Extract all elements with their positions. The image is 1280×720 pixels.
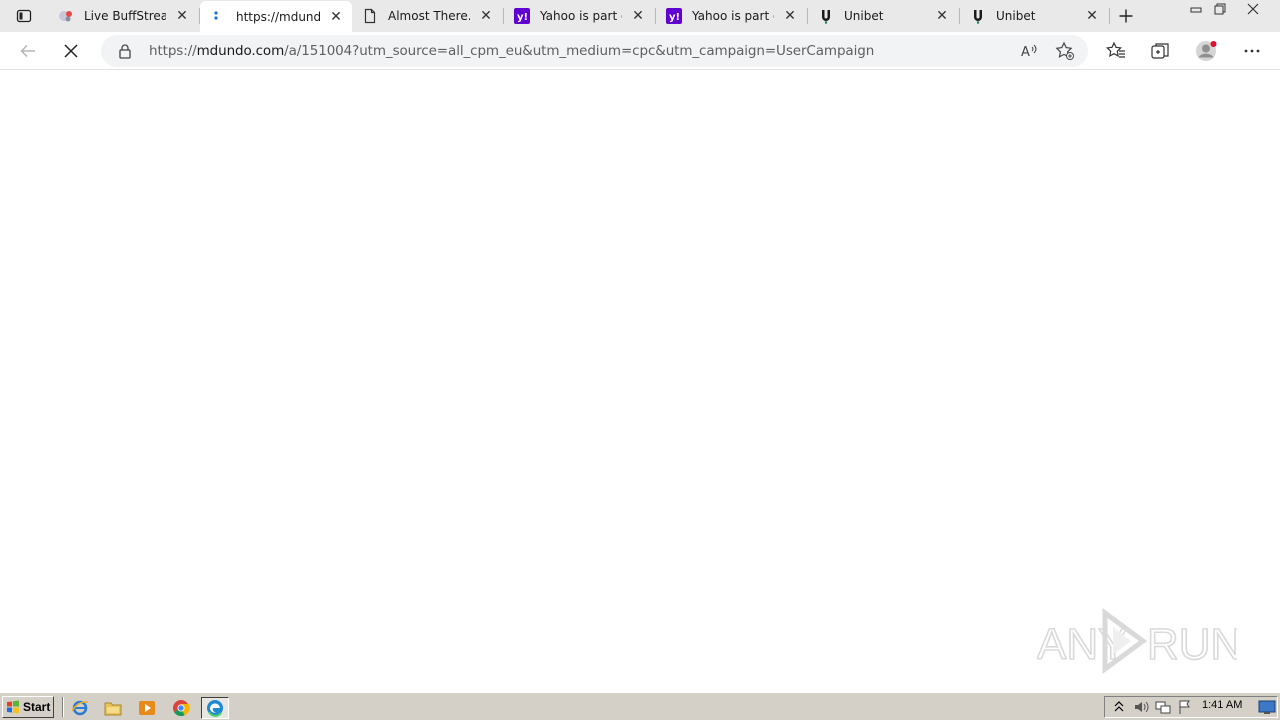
minimize-icon bbox=[1190, 7, 1202, 13]
stop-loading-icon bbox=[64, 44, 78, 58]
url-text[interactable]: https://mdundo.com/a/151004?utm_source=a… bbox=[149, 43, 874, 59]
edge-icon[interactable] bbox=[201, 697, 229, 719]
address-bar[interactable]: https://mdundo.com/a/151004?utm_source=a… bbox=[101, 35, 1088, 67]
tab-close-icon[interactable]: ✕ bbox=[782, 8, 798, 24]
tab-title: Yahoo is part of t bbox=[540, 9, 622, 23]
tab-title: Live BuffStreams bbox=[84, 9, 166, 23]
tab-title: Unibet bbox=[996, 9, 1036, 23]
tab-close-icon[interactable]: ✕ bbox=[174, 8, 190, 24]
tab-separator bbox=[1109, 8, 1110, 24]
chrome-icon[interactable] bbox=[170, 697, 192, 719]
lock-icon[interactable] bbox=[117, 43, 133, 59]
close-window-button[interactable] bbox=[1238, 0, 1268, 18]
media-player-icon[interactable] bbox=[136, 697, 158, 719]
start-button[interactable]: Start bbox=[2, 696, 54, 718]
add-favorite-icon[interactable] bbox=[1055, 41, 1075, 61]
system-tray bbox=[1104, 696, 1278, 718]
tab-title: https://mdundo bbox=[236, 9, 320, 24]
network-icon[interactable] bbox=[1155, 699, 1171, 715]
restore-button[interactable] bbox=[1208, 0, 1232, 18]
tab-almost-there[interactable]: Almost There... ✕ bbox=[352, 0, 502, 32]
restore-icon bbox=[1214, 3, 1226, 15]
tab-strip: Live BuffStreams ✕ https://mdundo ✕ Almo… bbox=[0, 0, 1280, 32]
tab-close-icon[interactable]: ✕ bbox=[630, 8, 646, 24]
new-tab-button[interactable] bbox=[1114, 4, 1138, 28]
tab-yahoo-2[interactable]: y! Yahoo is part of t ✕ bbox=[656, 0, 806, 32]
tab-close-icon[interactable]: ✕ bbox=[1084, 8, 1100, 24]
tab-actions-icon bbox=[16, 9, 32, 23]
tab-close-icon[interactable]: ✕ bbox=[478, 8, 494, 24]
yahoo-favicon-icon: y! bbox=[666, 8, 682, 24]
read-aloud-icon[interactable]: A bbox=[1019, 41, 1039, 61]
tab-close-icon[interactable]: ✕ bbox=[934, 8, 950, 24]
volume-icon[interactable] bbox=[1133, 699, 1149, 715]
url-prefix: https:// bbox=[149, 43, 197, 59]
tab-close-icon[interactable]: ✕ bbox=[328, 9, 344, 25]
collections-button[interactable] bbox=[1146, 37, 1174, 65]
url-host: mdundo.com bbox=[196, 43, 285, 59]
tab-title: Yahoo is part of t bbox=[692, 9, 774, 23]
page-icon bbox=[362, 8, 378, 24]
start-label: Start bbox=[23, 700, 51, 714]
back-arrow-icon bbox=[20, 44, 35, 58]
stop-loading-button[interactable] bbox=[57, 37, 85, 65]
unibet-favicon-icon bbox=[818, 8, 834, 24]
collections-icon bbox=[1151, 43, 1169, 59]
avatar-icon bbox=[1196, 41, 1217, 61]
show-desktop-icon[interactable] bbox=[1258, 699, 1276, 715]
quick-launch-separator bbox=[62, 697, 64, 717]
tab-title: Unibet bbox=[844, 9, 884, 23]
back-button[interactable] bbox=[14, 37, 42, 65]
browser-toolbar: https://mdundo.com/a/151004?utm_source=a… bbox=[0, 32, 1280, 70]
unibet-favicon-icon bbox=[970, 8, 986, 24]
tab-unibet-1[interactable]: Unibet ✕ bbox=[808, 0, 958, 32]
svg-text:y!: y! bbox=[517, 12, 528, 23]
favorites-button[interactable] bbox=[1102, 37, 1130, 65]
close-icon bbox=[1247, 3, 1259, 15]
windows-logo-icon bbox=[7, 700, 19, 714]
tab-buffstreams[interactable]: Live BuffStreams ✕ bbox=[48, 0, 198, 32]
minimize-button[interactable] bbox=[1184, 0, 1208, 18]
tab-mdundo[interactable]: https://mdundo ✕ bbox=[200, 1, 352, 32]
buffstreams-favicon-icon bbox=[58, 8, 74, 24]
url-path: /a/151004?utm_source=all_cpm_eu&utm_medi… bbox=[284, 43, 875, 59]
favorites-icon bbox=[1106, 41, 1125, 58]
tab-yahoo-1[interactable]: y! Yahoo is part of t ✕ bbox=[504, 0, 654, 32]
ie-icon[interactable] bbox=[69, 697, 91, 719]
taskbar-clock[interactable]: 1:41 AM bbox=[1202, 699, 1242, 711]
settings-menu-button[interactable] bbox=[1238, 37, 1266, 65]
tab-unibet-2[interactable]: Unibet ✕ bbox=[960, 0, 1108, 32]
action-center-flag-icon[interactable] bbox=[1177, 699, 1193, 715]
anyrun-watermark: ANY RUN bbox=[1036, 605, 1243, 675]
folder-icon[interactable] bbox=[102, 697, 124, 719]
plus-icon bbox=[1119, 9, 1133, 23]
yahoo-favicon-icon: y! bbox=[514, 8, 530, 24]
more-options-icon bbox=[1244, 49, 1260, 53]
taskbar: Start 1:41 AM bbox=[0, 692, 1280, 720]
svg-text:RUN: RUN bbox=[1147, 620, 1237, 669]
profile-button[interactable] bbox=[1192, 37, 1220, 65]
page-content bbox=[0, 71, 1280, 692]
tab-actions-button[interactable] bbox=[8, 4, 40, 28]
svg-text:y!: y! bbox=[669, 12, 680, 23]
svg-text:A: A bbox=[1021, 45, 1030, 60]
show-hidden-icons-icon[interactable] bbox=[1111, 699, 1127, 715]
tab-title: Almost There... bbox=[388, 9, 470, 23]
mdundo-favicon-icon bbox=[210, 9, 226, 25]
browser-window: Live BuffStreams ✕ https://mdundo ✕ Almo… bbox=[0, 0, 1280, 692]
